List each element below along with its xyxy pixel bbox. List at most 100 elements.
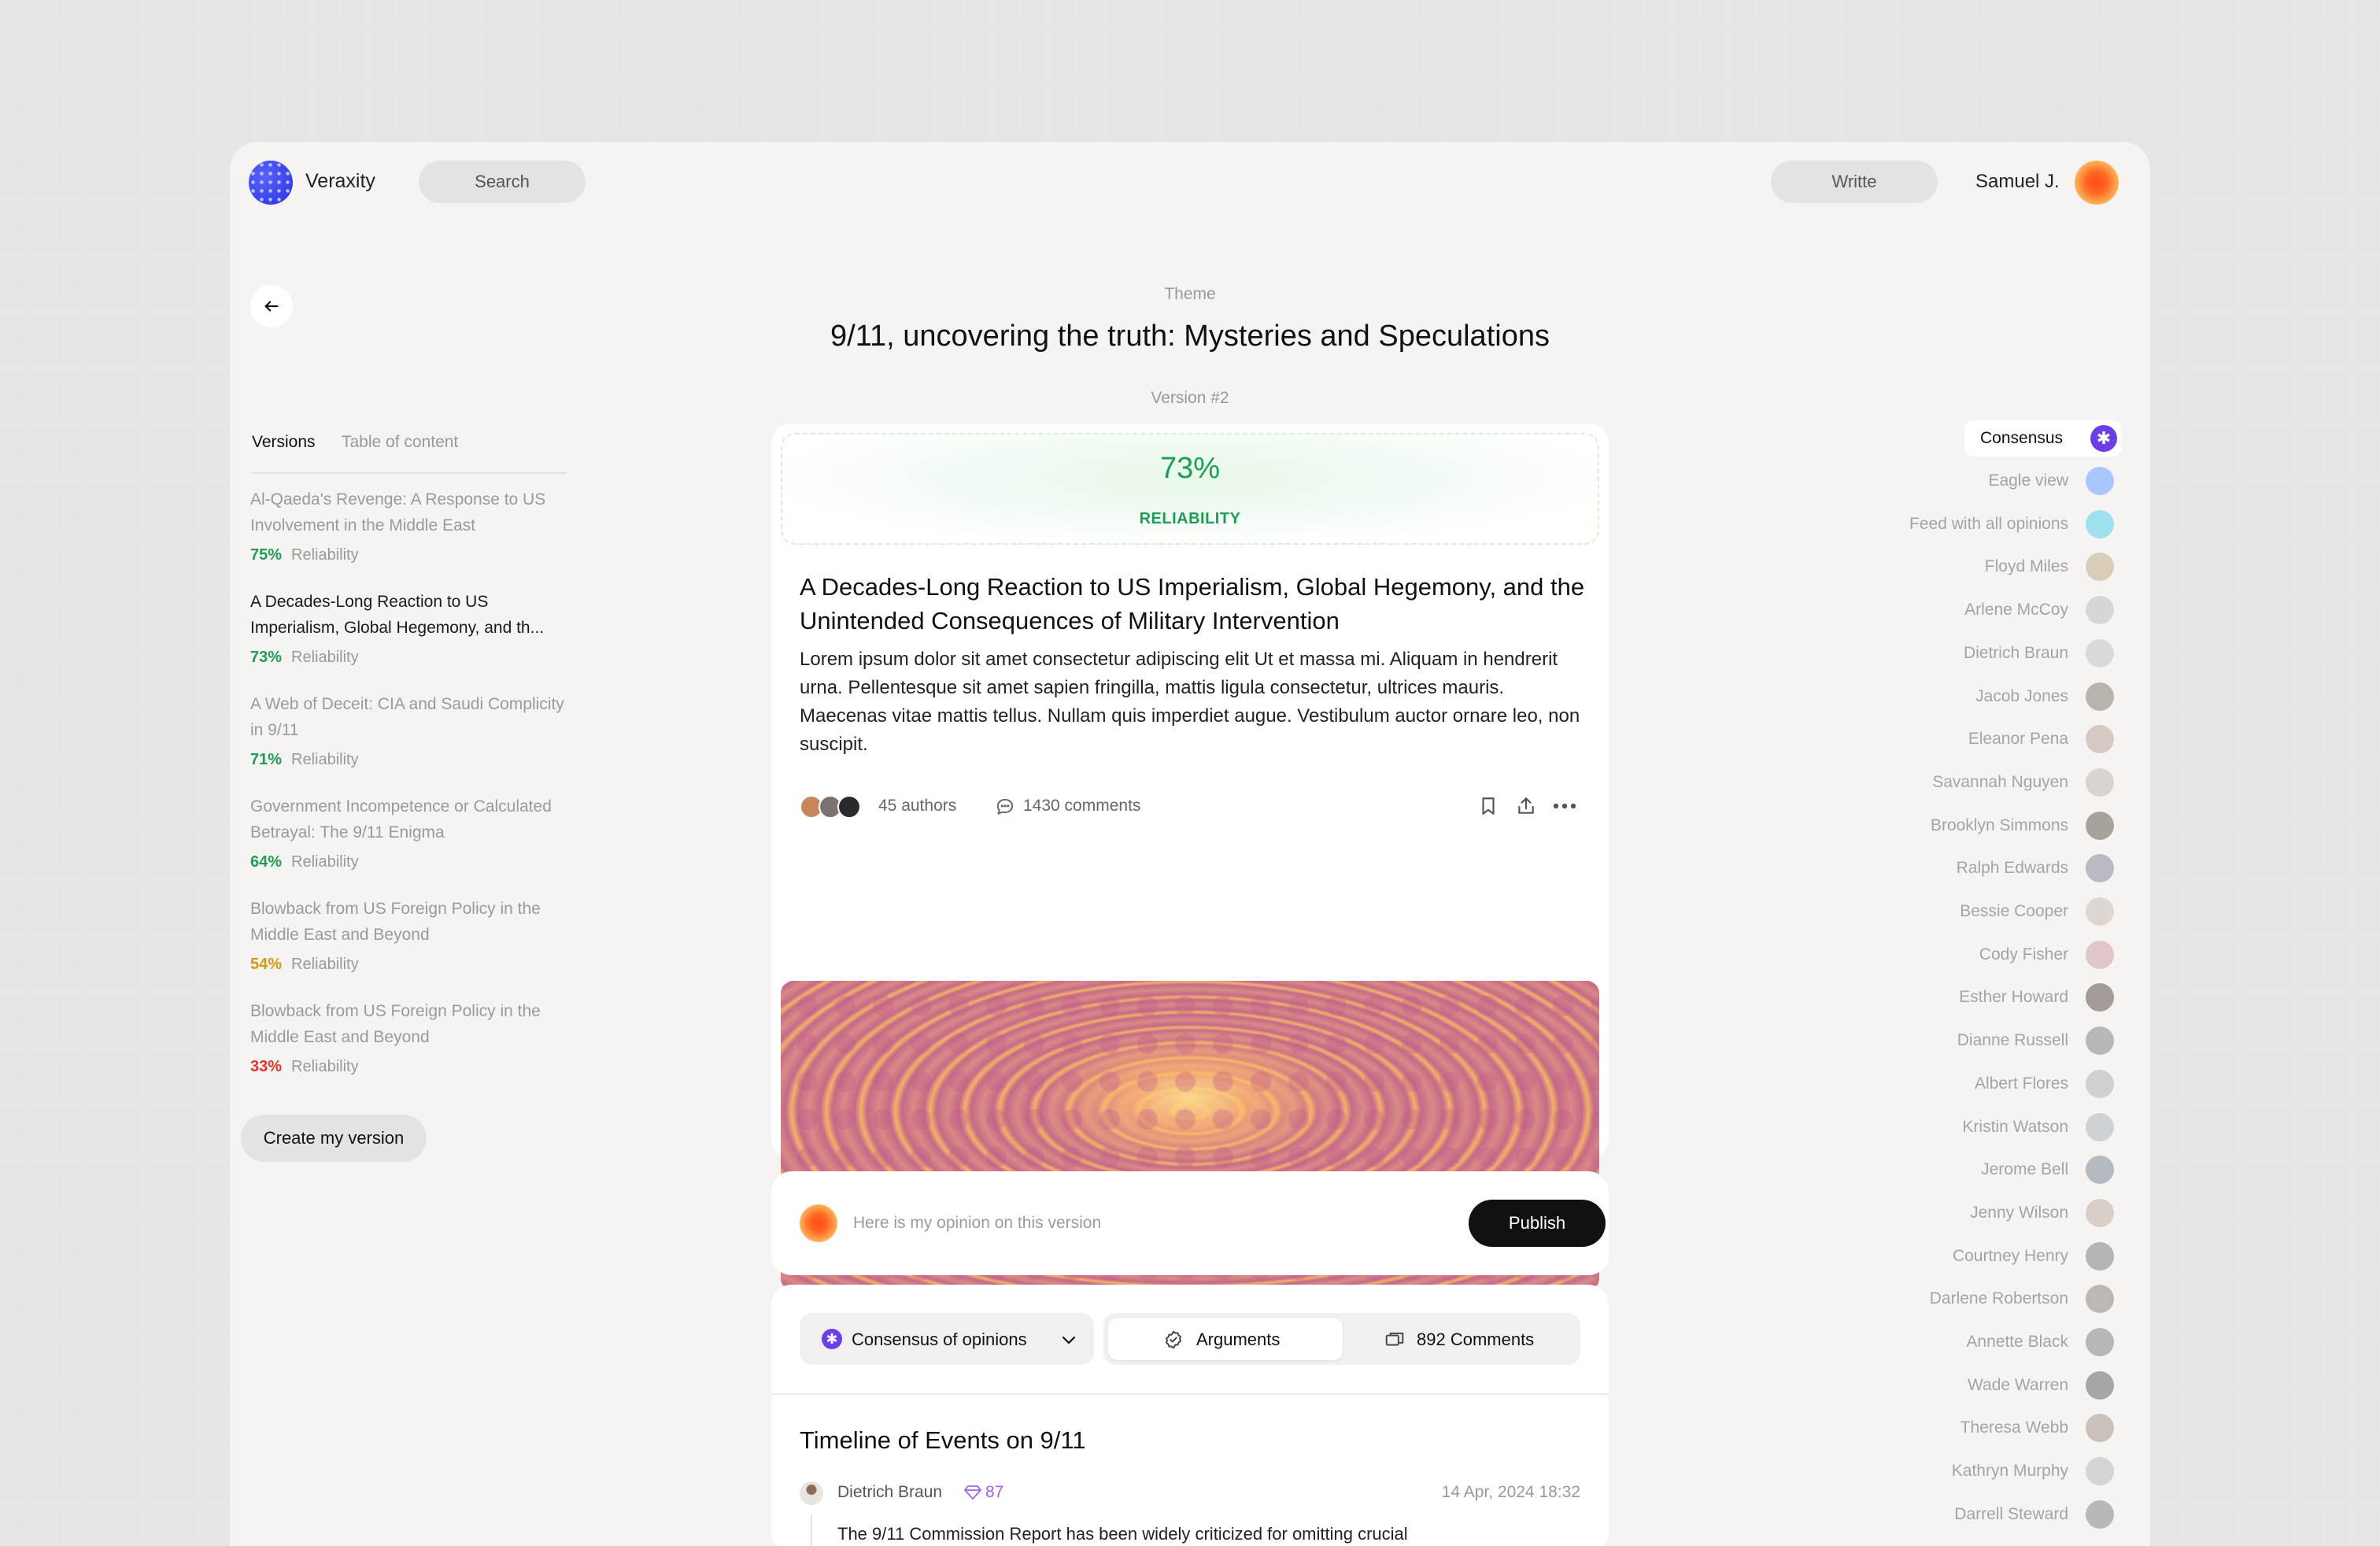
- opinion-nav-label: Arlene McCoy: [1964, 601, 2068, 619]
- opinion-nav-item[interactable]: Wade Warren: [1968, 1370, 2114, 1401]
- people-icon: [2086, 510, 2114, 538]
- avatar: [2086, 725, 2114, 753]
- version-title: A Decades-Long Reaction to US Imperialis…: [250, 593, 545, 637]
- version-item[interactable]: Government Incompetence or Calculated Be…: [250, 793, 573, 871]
- version-item[interactable]: A Web of Deceit: CIA and Saudi Complicit…: [250, 691, 573, 769]
- opinion-nav-item[interactable]: Courtney Henry: [1953, 1241, 2114, 1272]
- page-title: 9/11, uncovering the truth: Mysteries an…: [830, 320, 1550, 353]
- author-avatars[interactable]: [800, 795, 861, 819]
- avatar: [2086, 682, 2114, 711]
- asterisk-icon: ✱: [2090, 425, 2117, 452]
- version-reliability: 75% Reliability: [250, 546, 573, 564]
- opinion-nav-label: Eleanor Pena: [1968, 730, 2068, 748]
- opinion-nav-item[interactable]: Ralph Edwards: [1957, 853, 2114, 884]
- version-reliability-percent: 54%: [250, 956, 283, 973]
- composer-avatar: [800, 1204, 837, 1242]
- opinion-nav-label: Albert Flores: [1974, 1074, 2068, 1093]
- avatar: [2086, 941, 2114, 969]
- avatar: [2086, 1242, 2114, 1270]
- consensus-select-label: Consensus of opinions: [852, 1330, 1027, 1349]
- create-my-version-button[interactable]: Create my version: [241, 1115, 427, 1162]
- opinion-nav-item[interactable]: Darrell Steward: [1954, 1499, 2114, 1530]
- opinion-nav-item[interactable]: Floyd Miles: [1985, 551, 2114, 583]
- avatar: [2086, 1457, 2114, 1485]
- version-reliability: 33% Reliability: [250, 1058, 573, 1076]
- avatar: [2086, 1113, 2114, 1141]
- search-button[interactable]: Search: [419, 161, 586, 203]
- bookmark-icon[interactable]: [1478, 795, 1499, 817]
- tab-comments[interactable]: 892 Comments: [1343, 1318, 1577, 1360]
- version-title: A Web of Deceit: CIA and Saudi Complicit…: [250, 695, 564, 739]
- version-reliability-percent: 64%: [250, 853, 283, 871]
- opinion-nav-label: Jerome Bell: [1981, 1160, 2068, 1178]
- opinion-nav-item[interactable]: Arlene McCoy: [1964, 594, 2114, 626]
- version-reliability-percent: 71%: [250, 751, 283, 768]
- post-text: The 9/11 Commission Report has been wide…: [837, 1524, 1408, 1544]
- opinion-nav-item[interactable]: Bessie Cooper: [1960, 896, 2114, 927]
- tab-arguments[interactable]: Arguments: [1108, 1318, 1343, 1360]
- version-reliability-label: Reliability: [291, 956, 359, 973]
- version-item[interactable]: A Decades-Long Reaction to US Imperialis…: [250, 589, 573, 667]
- post-score: 87: [985, 1483, 1004, 1501]
- user-name[interactable]: Samuel J.: [1975, 171, 2060, 193]
- opinion-nav-item[interactable]: Jacob Jones: [1975, 681, 2114, 712]
- share-icon[interactable]: [1516, 795, 1536, 817]
- opinion-nav-item[interactable]: Savannah Nguyen: [1932, 767, 2114, 798]
- avatar: [2086, 1328, 2114, 1356]
- brand-name: Veraxity: [305, 170, 375, 192]
- opinion-nav-item[interactable]: Cody Fisher: [1979, 939, 2114, 971]
- opinion-nav-item[interactable]: Kathryn Murphy: [1952, 1455, 2114, 1487]
- opinion-nav-label: Theresa Webb: [1960, 1418, 2068, 1437]
- opinion-nav-item[interactable]: Jerome Bell: [1981, 1154, 2114, 1185]
- authors-count[interactable]: 45 authors: [878, 797, 956, 816]
- opinion-nav-item[interactable]: Eleanor Pena: [1968, 723, 2114, 755]
- tab-versions[interactable]: Versions: [252, 433, 316, 452]
- veraxity-logo[interactable]: [249, 161, 293, 205]
- comments-count[interactable]: 1430 comments: [1023, 797, 1140, 816]
- opinion-nav-item[interactable]: Darlene Robertson: [1930, 1283, 2114, 1315]
- version-item[interactable]: Blowback from US Foreign Policy in the M…: [250, 896, 573, 974]
- publish-button[interactable]: Publish: [1469, 1200, 1606, 1247]
- opinion-nav-label: Dietrich Braun: [1963, 644, 2068, 662]
- post-author-name[interactable]: Dietrich Braun: [837, 1483, 942, 1502]
- avatar: [2086, 1371, 2114, 1400]
- avatar: [2086, 812, 2114, 840]
- tab-table-of-content[interactable]: Table of content: [342, 433, 458, 452]
- opinion-nav-item[interactable]: Kristin Watson: [1962, 1111, 2114, 1143]
- version-item[interactable]: Blowback from US Foreign Policy in the M…: [250, 998, 573, 1076]
- arguments-label: Arguments: [1196, 1330, 1281, 1349]
- version-reliability-label: Reliability: [291, 546, 359, 564]
- version-item[interactable]: Al-Qaeda's Revenge: A Response to US Inv…: [250, 486, 573, 564]
- avatar: [2086, 1500, 2114, 1529]
- opinion-nav-item[interactable]: Brooklyn Simmons: [1931, 810, 2114, 841]
- opinion-nav-item[interactable]: Esther Howard: [1959, 982, 2114, 1013]
- opinion-nav-item[interactable]: Eagle view: [1988, 465, 2114, 497]
- opinion-input[interactable]: [853, 1203, 1404, 1244]
- more-options-icon[interactable]: [1552, 801, 1577, 811]
- opinion-nav-item[interactable]: Dietrich Braun: [1964, 638, 2114, 669]
- version-reliability-label: Reliability: [291, 853, 359, 871]
- avatar: [2086, 1285, 2114, 1313]
- version-reliability-percent: 73%: [250, 649, 283, 666]
- avatar: [2086, 897, 2114, 926]
- opinion-nav-label: Esther Howard: [1959, 988, 2068, 1006]
- avatar: [2086, 639, 2114, 668]
- consensus-label: Consensus: [1980, 429, 2064, 447]
- write-button[interactable]: Writte: [1771, 161, 1938, 203]
- opinion-nav-item[interactable]: Jenny Wilson: [1970, 1197, 2114, 1229]
- opinion-nav-item[interactable]: Dianne Russell: [1957, 1025, 2114, 1056]
- consensus-select[interactable]: ✱ Consensus of opinions: [800, 1313, 1094, 1365]
- post-author-avatar[interactable]: [800, 1481, 823, 1505]
- opinion-nav-item[interactable]: Theresa Webb: [1961, 1412, 2114, 1444]
- opinion-nav-label: Annette Black: [1966, 1333, 2068, 1351]
- avatar: [2086, 1026, 2114, 1055]
- opinion-nav-label: Eagle view: [1988, 472, 2068, 490]
- opinion-nav-item[interactable]: Albert Flores: [1975, 1068, 2114, 1100]
- avatar: [2086, 1414, 2114, 1442]
- version-reliability-label: Reliability: [291, 751, 359, 768]
- opinion-nav-item[interactable]: Annette Black: [1966, 1326, 2114, 1358]
- user-avatar[interactable]: [2075, 161, 2119, 205]
- opinion-nav-label: Courtney Henry: [1952, 1247, 2068, 1265]
- consensus-nav-item[interactable]: Consensus ✱: [1964, 420, 2122, 457]
- opinion-nav-item[interactable]: Feed with all opinions: [1909, 509, 2114, 540]
